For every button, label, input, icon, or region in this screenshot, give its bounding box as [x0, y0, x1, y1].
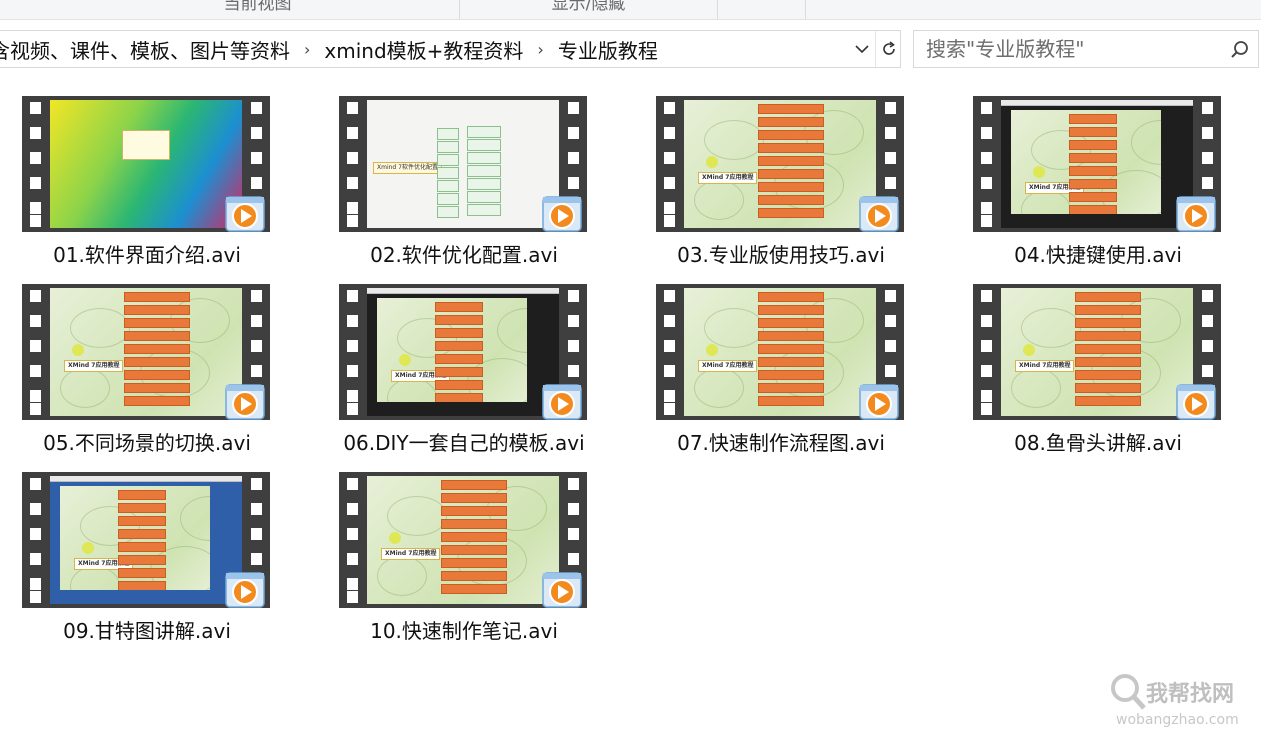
breadcrumb-separator-icon[interactable]: ›: [294, 40, 320, 59]
media-play-icon: [1176, 384, 1216, 420]
file-name[interactable]: 02.软件优化配置.avi: [339, 239, 589, 268]
file-item[interactable]: 01.软件界面介绍.avi: [22, 96, 322, 278]
mindmap-central-topic: Xmind 7软件优化配置: [373, 162, 442, 174]
file-name[interactable]: 10.快速制作笔记.avi: [339, 615, 589, 644]
file-name[interactable]: 01.软件界面介绍.avi: [22, 239, 272, 268]
file-item[interactable]: XMind 7应用教程 05.不同场景的切换.avi: [22, 284, 322, 466]
chevron-down-icon[interactable]: [849, 31, 875, 67]
file-item[interactable]: XMind 7应用教程 04.快捷键使用.avi: [973, 96, 1261, 278]
breadcrumb-item-resources[interactable]: 含视频、课件、模板、图片等资料: [0, 35, 294, 64]
media-play-icon: [542, 572, 582, 608]
breadcrumb-item-xmind[interactable]: xmind模板+教程资料: [320, 35, 527, 64]
breadcrumb-separator-icon[interactable]: ›: [527, 40, 553, 59]
search-input[interactable]: 搜索"专业版教程": [913, 30, 1259, 68]
search-placeholder: 搜索"专业版教程": [926, 37, 1085, 61]
magnifier-logo-icon: [1111, 674, 1146, 710]
file-name[interactable]: 06.DIY一套自己的模板.avi: [339, 427, 589, 456]
file-item[interactable]: XMind 7应用教程 03.专业版使用技巧.avi: [656, 96, 956, 278]
media-play-icon: [1176, 196, 1216, 232]
ribbon-group-current-view[interactable]: 当前视图: [56, 0, 460, 20]
file-item[interactable]: XMind 7应用教程 09.甘特图讲解.avi: [22, 472, 322, 654]
refresh-icon[interactable]: [875, 31, 900, 67]
site-watermark: 我帮找网 wobangzhao.com: [1108, 672, 1258, 734]
mindmap-central-topic: XMind 7应用教程: [381, 548, 441, 560]
file-item[interactable]: XMind 7应用教程 06.DIY一套自己的模板.avi: [339, 284, 639, 466]
file-item[interactable]: XMind 7应用教程 08.鱼骨头讲解.avi: [973, 284, 1261, 466]
file-name[interactable]: 03.专业版使用技巧.avi: [656, 239, 906, 268]
video-frame-preview: XMind 7应用教程: [684, 100, 876, 228]
file-name[interactable]: 04.快捷键使用.avi: [973, 239, 1223, 268]
watermark-title: 我帮找网: [1146, 682, 1235, 707]
video-frame-preview: XMind 7应用教程: [367, 288, 559, 416]
mindmap-central-topic: XMind 7应用教程: [698, 360, 758, 372]
video-frame-preview: XMind 7应用教程: [684, 288, 876, 416]
ribbon-group-show-hide[interactable]: 显示/隐藏: [460, 0, 718, 20]
search-icon[interactable]: [1230, 40, 1250, 60]
file-item[interactable]: XMind 7应用教程 07.快速制作流程图.avi: [656, 284, 956, 466]
breadcrumb-item-current-folder[interactable]: 专业版教程: [554, 35, 662, 64]
watermark-url: wobangzhao.com: [1116, 712, 1239, 728]
file-name[interactable]: 08.鱼骨头讲解.avi: [973, 427, 1223, 456]
ribbon-group-strip: 当前视图 显示/隐藏: [0, 0, 1261, 20]
ribbon-group-divider: [718, 0, 806, 20]
file-item[interactable]: Xmind 7软件优化配置 02.软件优化配置.avi: [339, 96, 639, 278]
video-frame-preview: Xmind 7软件优化配置: [367, 100, 559, 228]
media-play-icon: [225, 196, 265, 232]
breadcrumb: 含视频、课件、模板、图片等资料 › xmind模板+教程资料 › 专业版教程: [0, 31, 662, 67]
mindmap-central-topic: XMind 7应用教程: [1015, 360, 1075, 372]
video-frame-preview: XMind 7应用教程: [50, 476, 242, 604]
file-name[interactable]: 07.快速制作流程图.avi: [656, 427, 906, 456]
media-play-icon: [859, 384, 899, 420]
address-bar[interactable]: 含视频、课件、模板、图片等资料 › xmind模板+教程资料 › 专业版教程: [0, 30, 901, 68]
video-frame-preview: XMind 7应用教程: [1001, 288, 1193, 416]
video-frame-preview: XMind 7应用教程: [367, 476, 559, 604]
media-play-icon: [859, 196, 899, 232]
media-play-icon: [225, 572, 265, 608]
mindmap-central-topic: XMind 7应用教程: [698, 172, 758, 184]
video-frame-preview: [50, 100, 242, 228]
video-frame-preview: XMind 7应用教程: [1001, 100, 1193, 228]
media-play-icon: [225, 384, 265, 420]
media-play-icon: [542, 196, 582, 232]
mindmap-central-topic: XMind 7应用教程: [64, 360, 124, 372]
video-frame-preview: XMind 7应用教程: [50, 288, 242, 416]
file-name[interactable]: 09.甘特图讲解.avi: [22, 615, 272, 644]
file-item[interactable]: XMind 7应用教程 10.快速制作笔记.avi: [339, 472, 639, 654]
file-name[interactable]: 05.不同场景的切换.avi: [22, 427, 272, 456]
media-play-icon: [542, 384, 582, 420]
